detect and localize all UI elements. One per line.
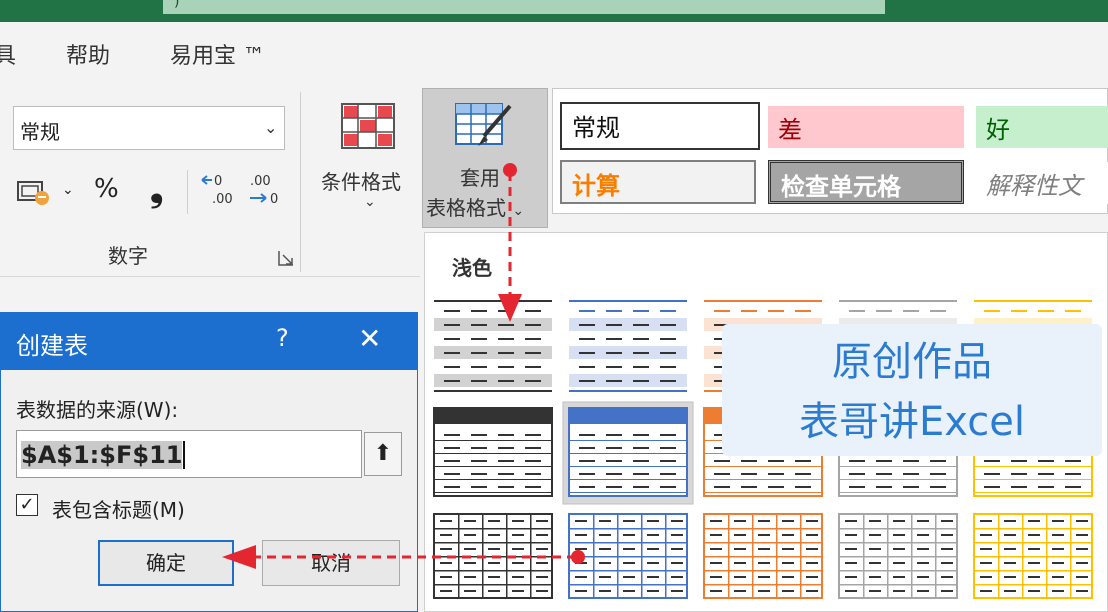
annotation-arrows [222,163,585,569]
arrow-left-annotation [222,545,585,569]
arrow-down-annotation [498,163,522,322]
